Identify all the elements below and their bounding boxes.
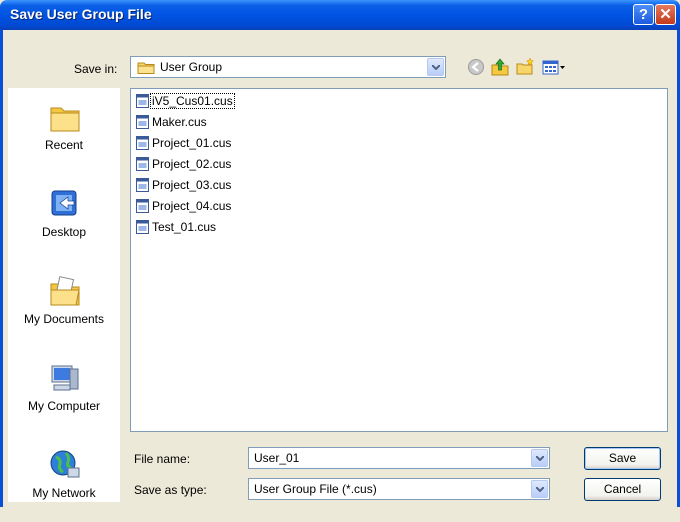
cus-file-icon [136,115,149,129]
file-name-dropdown-button[interactable] [531,449,548,467]
save-as-type-select[interactable]: User Group File (*.cus) [248,478,550,500]
cus-file-icon [136,220,149,234]
file-name-field[interactable]: User_01 [248,447,550,469]
cus-file-icon [136,94,149,108]
save-in-dropdown[interactable]: User Group [130,56,446,78]
new-folder-icon[interactable] [515,57,535,77]
save-as-type-dropdown-button[interactable] [531,480,548,498]
folder-icon [137,62,155,74]
places-bar: Recent Desktop My Documents My Computer [8,88,120,502]
place-label: My Documents [23,312,105,326]
chevron-down-icon [536,487,544,492]
place-my-computer[interactable]: My Computer [8,349,120,435]
file-name-value: User_01 [254,451,300,465]
my-computer-icon [51,365,79,391]
file-name: Project_03.cus [152,178,232,192]
place-label: My Computer [27,399,101,413]
place-recent[interactable]: Recent [8,88,120,174]
file-name: iV5_Cus01.cus [150,93,235,109]
my-network-icon [50,450,80,478]
title-bar[interactable]: Save User Group File ? ✕ [0,0,680,30]
place-label: Desktop [41,225,87,239]
place-desktop[interactable]: Desktop [8,175,120,261]
place-label: My Network [32,486,96,500]
file-name: Project_01.cus [152,136,232,150]
window-frame-left [0,30,3,507]
cus-file-icon [136,157,149,171]
save-in-value: User Group [160,60,223,74]
cus-file-icon [136,199,149,213]
cancel-button[interactable]: Cancel [584,478,661,501]
place-label: Recent [44,138,84,152]
file-name: Project_04.cus [152,199,232,213]
save-as-type-value: User Group File (*.cus) [254,482,377,496]
place-my-network[interactable]: My Network [8,436,120,522]
chevron-down-icon [536,456,544,461]
chevron-down-icon [432,65,440,70]
save-as-type-label: Save as type: [134,483,207,497]
file-name: Maker.cus [152,115,207,129]
recent-folder-icon [50,107,80,132]
file-name: Project_02.cus [152,157,232,171]
help-button[interactable]: ? [633,4,654,25]
desktop-icon [51,190,77,216]
save-in-dropdown-button[interactable] [427,58,444,76]
view-menu-icon[interactable] [541,57,567,77]
file-list[interactable]: iV5_Cus01.cus Maker.cus Project_01.cus P… [130,88,668,432]
save-button[interactable]: Save [584,447,661,470]
my-documents-icon [50,276,80,306]
place-my-documents[interactable]: My Documents [8,262,120,348]
cus-file-icon [136,178,149,192]
close-button[interactable]: ✕ [655,4,676,25]
save-in-label: Save in: [74,62,118,76]
back-icon[interactable] [466,57,486,77]
window-title: Save User Group File [10,6,152,22]
cus-file-icon [136,136,149,150]
up-folder-icon[interactable] [490,57,510,77]
file-name: Test_01.cus [152,220,217,234]
file-name-label: File name: [134,452,191,466]
